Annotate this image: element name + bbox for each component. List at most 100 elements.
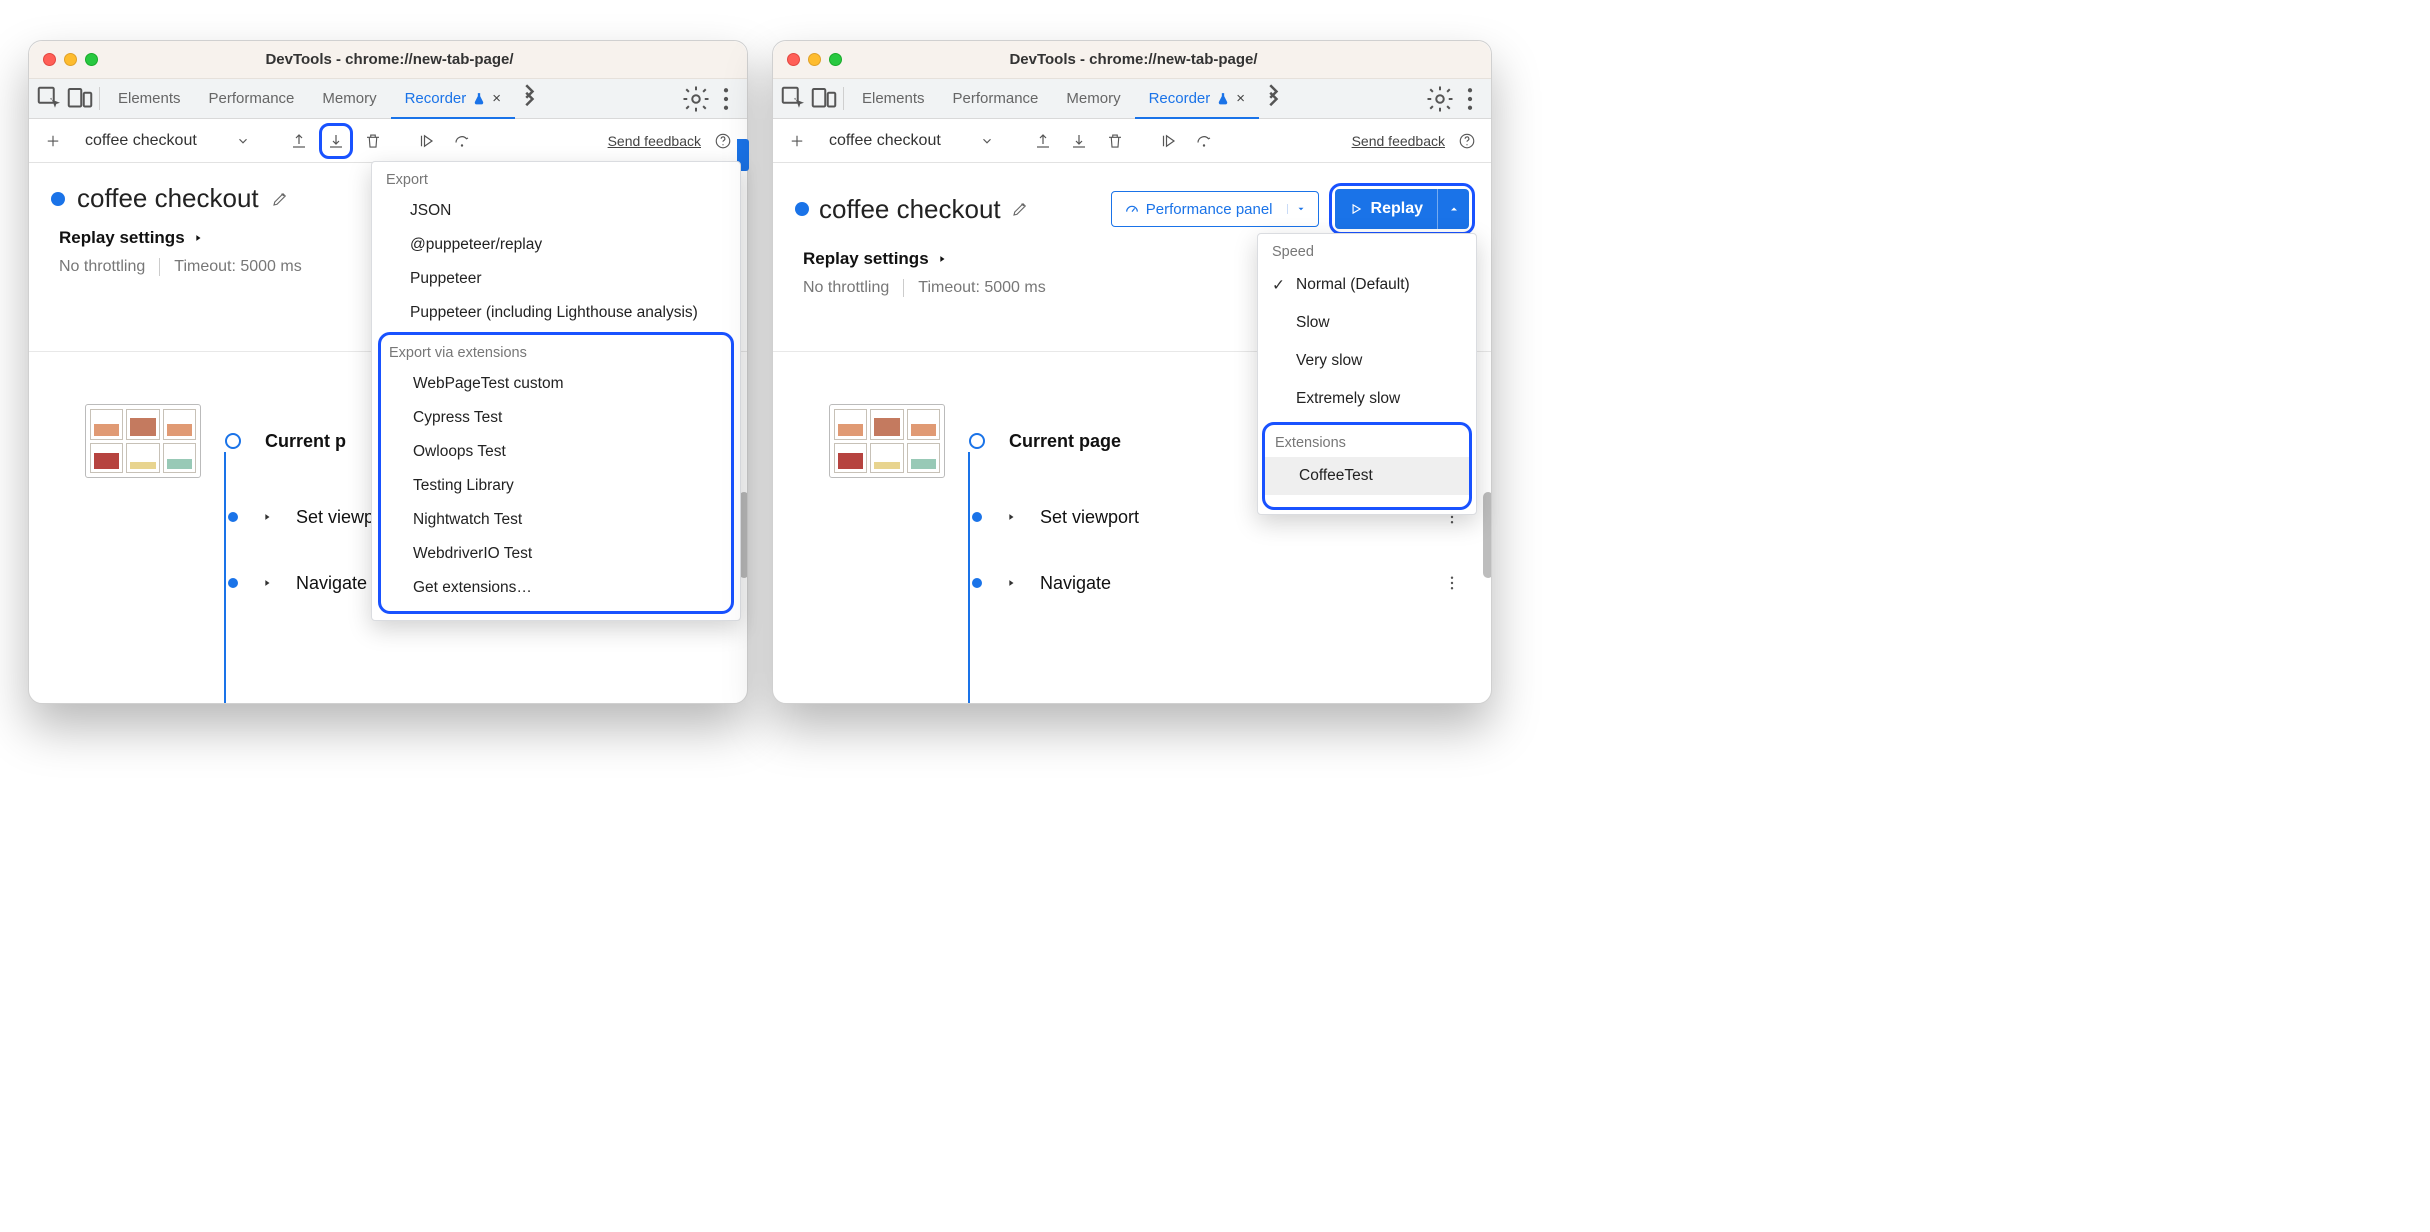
replay-button[interactable]: Replay xyxy=(1335,189,1437,229)
import-button[interactable] xyxy=(1029,127,1057,155)
close-tab-icon[interactable]: × xyxy=(492,90,501,107)
select-element-icon[interactable] xyxy=(35,79,65,118)
export-ext-get-extensions[interactable]: Get extensions… xyxy=(381,571,731,605)
export-ext-webdriverio[interactable]: WebdriverIO Test xyxy=(381,537,731,571)
more-tabs-icon[interactable] xyxy=(1259,79,1289,118)
send-feedback-link[interactable]: Send feedback xyxy=(608,133,701,149)
performance-panel-button[interactable]: Performance panel xyxy=(1111,191,1319,227)
devtools-window-right: DevTools - chrome://new-tab-page/ Elemen… xyxy=(772,40,1492,704)
import-button[interactable] xyxy=(285,127,313,155)
speed-extremely-slow[interactable]: Extremely slow xyxy=(1258,380,1476,418)
tab-elements[interactable]: Elements xyxy=(848,79,939,118)
replay-ext-coffeetest[interactable]: CoffeeTest xyxy=(1265,457,1469,495)
add-recording-button[interactable] xyxy=(783,127,811,155)
speed-very-slow[interactable]: Very slow xyxy=(1258,342,1476,380)
replay-options-caret[interactable] xyxy=(1437,189,1469,229)
window-titlebar: DevTools - chrome://new-tab-page/ xyxy=(773,41,1491,79)
expand-icon xyxy=(262,512,272,522)
tab-recorder[interactable]: Recorder × xyxy=(391,79,515,118)
export-ext-nightwatch[interactable]: Nightwatch Test xyxy=(381,503,731,537)
delete-recording-button[interactable] xyxy=(359,127,387,155)
edit-title-icon[interactable] xyxy=(271,190,289,208)
speed-section-title: Speed xyxy=(1258,234,1476,266)
step-menu-icon[interactable] xyxy=(1443,574,1461,592)
continue-button[interactable] xyxy=(1154,127,1182,155)
flask-icon xyxy=(1216,92,1230,106)
tab-elements[interactable]: Elements xyxy=(104,79,195,118)
more-tabs-icon[interactable] xyxy=(515,79,545,118)
recording-title: coffee checkout xyxy=(819,194,1001,225)
devtools-tabs: Elements Performance Memory Recorder × xyxy=(29,79,747,119)
chevron-down-icon xyxy=(236,134,250,148)
recording-selector[interactable]: coffee checkout xyxy=(75,132,260,150)
export-json[interactable]: JSON xyxy=(372,194,740,228)
replay-options-dropdown: Speed Normal (Default) Slow Very slow Ex… xyxy=(1257,233,1477,515)
step-over-button[interactable] xyxy=(448,127,476,155)
device-toolbar-icon[interactable] xyxy=(809,79,839,118)
export-extensions-highlight: Export via extensions WebPageTest custom… xyxy=(378,332,734,614)
settings-icon[interactable] xyxy=(1425,79,1455,118)
help-icon[interactable] xyxy=(709,127,737,155)
throttling-value: No throttling xyxy=(59,258,145,276)
export-ext-section-title: Export via extensions xyxy=(381,335,731,367)
window-titlebar: DevTools - chrome://new-tab-page/ xyxy=(29,41,747,79)
recording-selector-label: coffee checkout xyxy=(829,132,941,150)
chevron-down-icon[interactable] xyxy=(1287,204,1306,214)
device-toolbar-icon[interactable] xyxy=(65,79,95,118)
step-navigate[interactable]: Navigate xyxy=(785,550,1491,616)
export-puppeteer-replay[interactable]: @puppeteer/replay xyxy=(372,228,740,262)
expand-icon xyxy=(1006,512,1016,522)
kebab-menu-icon[interactable] xyxy=(711,79,741,118)
help-icon[interactable] xyxy=(1453,127,1481,155)
recorder-body: coffee checkout Performance panel Replay xyxy=(773,163,1491,703)
devtools-tabs: Elements Performance Memory Recorder × xyxy=(773,79,1491,119)
tab-recorder[interactable]: Recorder × xyxy=(1135,79,1259,118)
settings-icon[interactable] xyxy=(681,79,711,118)
select-element-icon[interactable] xyxy=(779,79,809,118)
step-over-button[interactable] xyxy=(1190,127,1218,155)
devtools-window-left: DevTools - chrome://new-tab-page/ Elemen… xyxy=(28,40,748,704)
kebab-menu-icon[interactable] xyxy=(1455,79,1485,118)
export-ext-testing-library[interactable]: Testing Library xyxy=(381,469,731,503)
recording-selector[interactable]: coffee checkout xyxy=(819,132,1004,150)
throttling-value: No throttling xyxy=(803,279,889,297)
export-button[interactable] xyxy=(322,127,350,155)
speed-slow[interactable]: Slow xyxy=(1258,304,1476,342)
export-puppeteer[interactable]: Puppeteer xyxy=(372,262,740,296)
replay-extensions-highlight: Extensions CoffeeTest xyxy=(1262,422,1472,510)
export-ext-wpt[interactable]: WebPageTest custom xyxy=(381,367,731,401)
recorder-toolbar: coffee checkout Send feedback xyxy=(29,119,747,163)
export-section-title: Export xyxy=(372,162,740,194)
continue-button[interactable] xyxy=(412,127,440,155)
recording-status-dot xyxy=(795,202,809,216)
send-feedback-link[interactable]: Send feedback xyxy=(1352,133,1445,149)
timeout-value: Timeout: 5000 ms xyxy=(159,258,301,276)
window-title: DevTools - chrome://new-tab-page/ xyxy=(790,51,1477,68)
export-ext-owloops[interactable]: Owloops Test xyxy=(381,435,731,469)
recording-title: coffee checkout xyxy=(77,183,259,214)
tab-performance[interactable]: Performance xyxy=(939,79,1053,118)
tab-performance[interactable]: Performance xyxy=(195,79,309,118)
speed-normal[interactable]: Normal (Default) xyxy=(1258,266,1476,304)
tab-memory[interactable]: Memory xyxy=(308,79,390,118)
flask-icon xyxy=(472,92,486,106)
replay-ext-section-title: Extensions xyxy=(1265,425,1469,457)
chevron-down-icon xyxy=(980,134,994,148)
window-title: DevTools - chrome://new-tab-page/ xyxy=(46,51,733,68)
close-tab-icon[interactable]: × xyxy=(1236,90,1245,107)
edit-title-icon[interactable] xyxy=(1011,200,1029,218)
page-thumbnail xyxy=(829,404,945,478)
delete-recording-button[interactable] xyxy=(1101,127,1129,155)
export-highlight xyxy=(319,123,353,159)
add-recording-button[interactable] xyxy=(39,127,67,155)
expand-icon xyxy=(1006,578,1016,588)
export-puppeteer-lighthouse[interactable]: Puppeteer (including Lighthouse analysis… xyxy=(372,296,740,330)
page-thumbnail xyxy=(85,404,201,478)
export-ext-cypress[interactable]: Cypress Test xyxy=(381,401,731,435)
expand-icon xyxy=(262,578,272,588)
export-button[interactable] xyxy=(1065,127,1093,155)
gauge-icon xyxy=(1124,201,1140,217)
recorder-toolbar: coffee checkout Send feedback xyxy=(773,119,1491,163)
tab-memory[interactable]: Memory xyxy=(1052,79,1134,118)
recording-status-dot xyxy=(51,192,65,206)
